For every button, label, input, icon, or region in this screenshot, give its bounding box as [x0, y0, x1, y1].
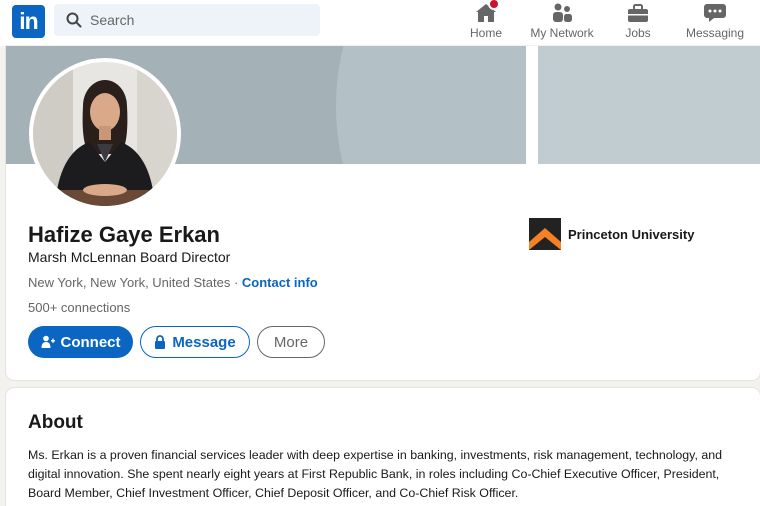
notification-badge — [488, 0, 500, 10]
nav-messaging-label: Messaging — [685, 26, 745, 40]
search-input[interactable] — [90, 4, 310, 36]
more-button-label: More — [273, 333, 309, 351]
about-title: About — [28, 412, 83, 433]
nav-network-label: My Network — [530, 26, 594, 40]
nav-jobs-label: Jobs — [625, 26, 651, 40]
message-button-label: Message — [172, 333, 236, 351]
connect-button[interactable]: Connect — [28, 326, 133, 358]
nav-jobs[interactable]: Jobs — [618, 0, 658, 46]
profile-name: Hafize Gaye Erkan — [28, 222, 220, 247]
add-person-icon — [41, 335, 55, 348]
nav-home-label: Home — [469, 26, 502, 40]
nav-home[interactable]: Home — [462, 0, 510, 46]
profile-avatar[interactable] — [29, 58, 181, 210]
education-item[interactable]: Princeton University — [529, 218, 694, 250]
connect-button-label: Connect — [60, 333, 121, 351]
messaging-icon — [704, 4, 726, 22]
nav-messaging[interactable]: Messaging — [682, 0, 748, 46]
more-button[interactable]: More — [257, 326, 325, 358]
top-nav: in Home My Network Jobs — [0, 0, 760, 46]
profile-photo — [33, 62, 177, 206]
nav-my-network[interactable]: My Network — [526, 0, 598, 46]
lock-icon — [155, 335, 166, 349]
profile-location-line: New York, New York, United States · Cont… — [28, 275, 318, 290]
briefcase-icon — [628, 4, 648, 22]
profile-headline: Marsh McLennan Board Director — [28, 249, 231, 265]
search-icon — [66, 12, 82, 28]
profile-card: Hafize Gaye Erkan Marsh McLennan Board D… — [6, 46, 760, 380]
search-box[interactable] — [54, 4, 320, 36]
location-separator: · — [230, 275, 242, 290]
education-name: Princeton University — [568, 226, 695, 242]
message-button[interactable]: Message — [140, 326, 250, 358]
princeton-logo-icon — [529, 218, 561, 250]
about-section: About Ms. Erkan is a proven financial se… — [6, 388, 760, 506]
connections-count: 500+ connections — [28, 300, 131, 315]
contact-info-link[interactable]: Contact info — [242, 275, 318, 290]
network-icon — [553, 3, 572, 22]
linkedin-logo-icon[interactable]: in — [12, 5, 45, 38]
about-text: Ms. Erkan is a proven financial services… — [28, 448, 723, 500]
profile-location: New York, New York, United States — [28, 275, 231, 290]
